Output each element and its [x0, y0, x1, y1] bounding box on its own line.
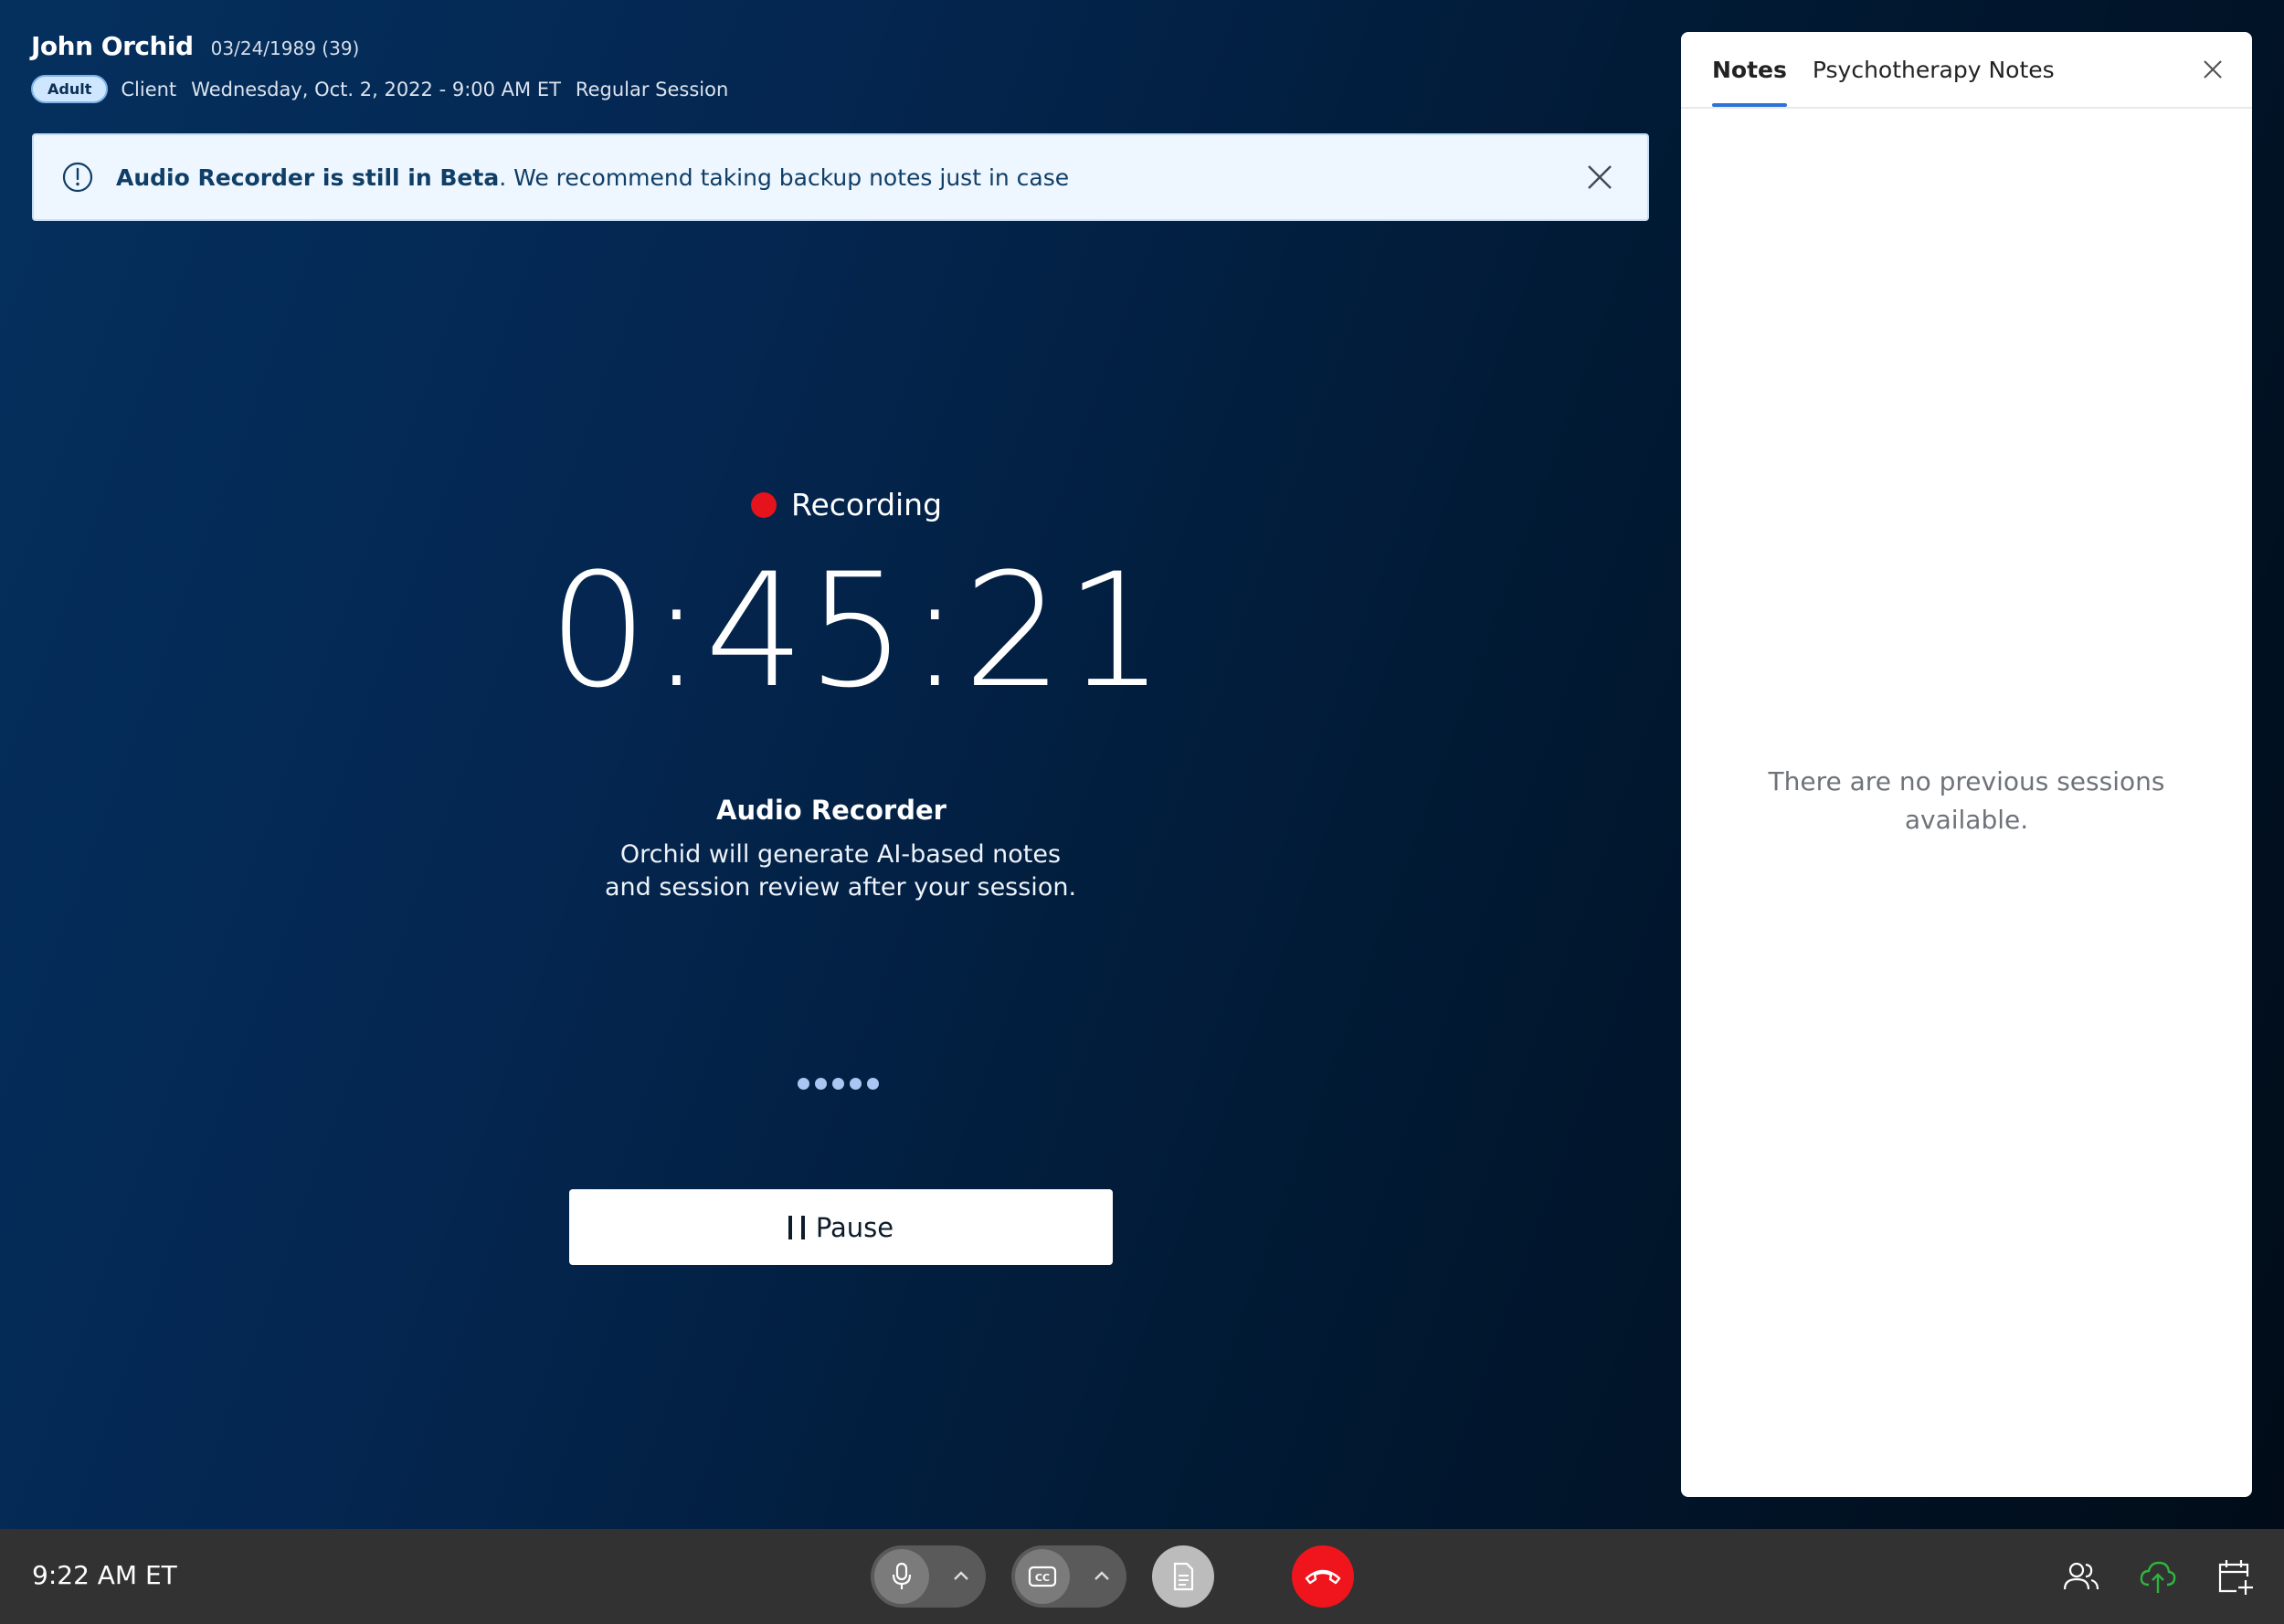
captions-control[interactable]: CC: [1011, 1545, 1126, 1608]
svg-text:CC: CC: [1035, 1572, 1050, 1584]
captions-button[interactable]: CC: [1015, 1549, 1070, 1604]
end-call-icon: [1305, 1569, 1341, 1585]
audio-level-dots: [798, 1078, 879, 1090]
session-meta: Adult Client Wednesday, Oct. 2, 2022 - 9…: [31, 75, 728, 103]
banner-message: Audio Recorder is still in Beta. We reco…: [116, 164, 1069, 191]
beta-warning-banner: Audio Recorder is still in Beta. We reco…: [32, 133, 1649, 221]
info-circle-icon: [62, 162, 93, 193]
recording-status-label: Recording: [791, 487, 943, 522]
end-call-button[interactable]: [1292, 1545, 1354, 1608]
chevron-up-icon[interactable]: [947, 1562, 975, 1589]
client-dob-age: 03/24/1989 (39): [210, 37, 360, 59]
tab-notes[interactable]: Notes: [1712, 32, 1787, 107]
pause-label: Pause: [815, 1211, 894, 1243]
closed-captions-icon: CC: [1028, 1566, 1057, 1587]
panel-close-icon[interactable]: [2199, 56, 2226, 83]
recording-status: Recording: [751, 487, 942, 522]
client-role: Client: [121, 78, 177, 100]
chevron-up-icon[interactable]: [1088, 1562, 1116, 1589]
empty-message-line1: There are no previous sessions: [1768, 766, 2165, 796]
notes-toggle-button[interactable]: [1152, 1545, 1214, 1608]
microphone-control[interactable]: [871, 1545, 986, 1608]
client-header: John Orchid 03/24/1989 (39): [31, 31, 359, 61]
pause-icon: [788, 1215, 805, 1239]
cloud-upload-icon[interactable]: [2138, 1556, 2178, 1597]
audio-dot: [867, 1078, 879, 1090]
microphone-button[interactable]: [874, 1549, 929, 1604]
audio-dot: [798, 1078, 809, 1090]
recording-timer: 0:45:21: [548, 539, 1168, 722]
microphone-icon: [892, 1562, 912, 1589]
client-name: John Orchid: [31, 31, 194, 61]
session-datetime: Wednesday, Oct. 2, 2022 - 9:00 AM ET: [191, 78, 561, 100]
recorder-description-line1: Orchid will generate AI-based notes: [619, 840, 1062, 869]
age-group-badge: Adult: [31, 75, 109, 103]
notes-tabs: Notes Psychotherapy Notes: [1712, 32, 2080, 107]
notes-panel: Notes Psychotherapy Notes There are no p…: [1681, 32, 2252, 1497]
empty-sessions-message: There are no previous sessions available…: [1736, 763, 2197, 839]
call-control-bar: 9:22 AM ET CC: [0, 1529, 2284, 1624]
panel-divider: [1681, 107, 2252, 109]
recorder-description: Orchid will generate AI-based notes and …: [548, 838, 1133, 904]
recorder-description-line2: and session review after your session.: [604, 873, 1077, 902]
empty-message-line2: available.: [1904, 805, 2029, 835]
audio-dot: [815, 1078, 827, 1090]
document-icon: [1173, 1562, 1194, 1591]
banner-rest-text: . We recommend taking backup notes just …: [499, 163, 1070, 191]
session-type: Regular Session: [575, 78, 729, 100]
banner-bold-text: Audio Recorder is still in Beta: [116, 163, 500, 191]
recorder-title: Audio Recorder: [716, 795, 946, 826]
tab-psychotherapy-notes[interactable]: Psychotherapy Notes: [1813, 32, 2055, 107]
calendar-add-icon[interactable]: [2215, 1556, 2255, 1597]
audio-dot: [832, 1078, 844, 1090]
banner-close-icon[interactable]: [1581, 159, 1618, 195]
current-time: 9:22 AM ET: [32, 1560, 177, 1590]
recording-dot-icon: [751, 491, 777, 518]
pause-button[interactable]: Pause: [569, 1189, 1113, 1265]
audio-dot: [850, 1078, 862, 1090]
participants-icon[interactable]: [2061, 1556, 2101, 1597]
